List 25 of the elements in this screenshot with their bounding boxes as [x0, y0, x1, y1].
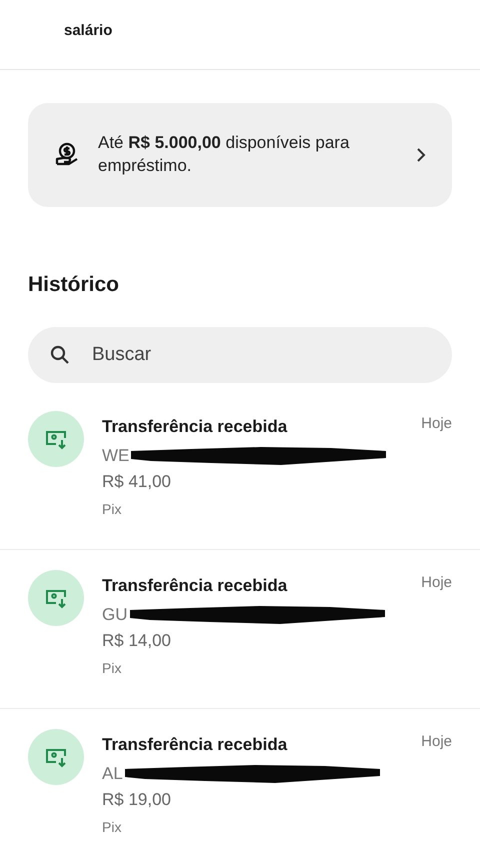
chevron-right-icon	[416, 147, 426, 163]
transaction-date: Hoje	[421, 414, 452, 434]
section-title: Histórico	[28, 272, 120, 298]
payer-name: AL	[102, 762, 123, 785]
payer-name: GU	[102, 604, 128, 626]
transaction-row[interactable]: Transferência recebida GU R$ 14,00 Pix Hoje	[0, 550, 480, 708]
transaction-amount: R$ 41,00	[102, 470, 172, 492]
transaction-title: Transferência recebida	[102, 734, 288, 754]
transaction-row[interactable]: Transferência recebida AL R$ 19,00 Pix Hoje	[0, 708, 480, 838]
transaction-title: Transferência recebida	[102, 416, 288, 436]
transaction-row[interactable]: Transferência recebida WE R$ 41,00 Pix Hoje	[0, 390, 480, 550]
transaction-date: Hoje	[421, 732, 452, 752]
payment-method: Pix	[102, 658, 122, 678]
payment-method: Pix	[102, 818, 122, 836]
transaction-date: Hoje	[421, 572, 452, 592]
transaction-title: Transferência recebida	[102, 576, 288, 596]
search-field[interactable]: Buscar	[28, 326, 452, 382]
payer-name: WE	[102, 444, 130, 467]
header-title: salário	[64, 21, 112, 41]
payment-method: Pix	[102, 500, 122, 518]
transaction-amount: R$ 14,00	[102, 630, 172, 652]
transaction-amount: R$ 19,00	[102, 788, 172, 810]
loan-text: Até R$ 5.000,00 disponíveis para empréstimo.	[98, 132, 350, 177]
money-hand-icon	[54, 142, 80, 168]
loan-banner[interactable]: Até R$ 5.000,00 disponíveis para empréstimo.	[28, 103, 452, 207]
